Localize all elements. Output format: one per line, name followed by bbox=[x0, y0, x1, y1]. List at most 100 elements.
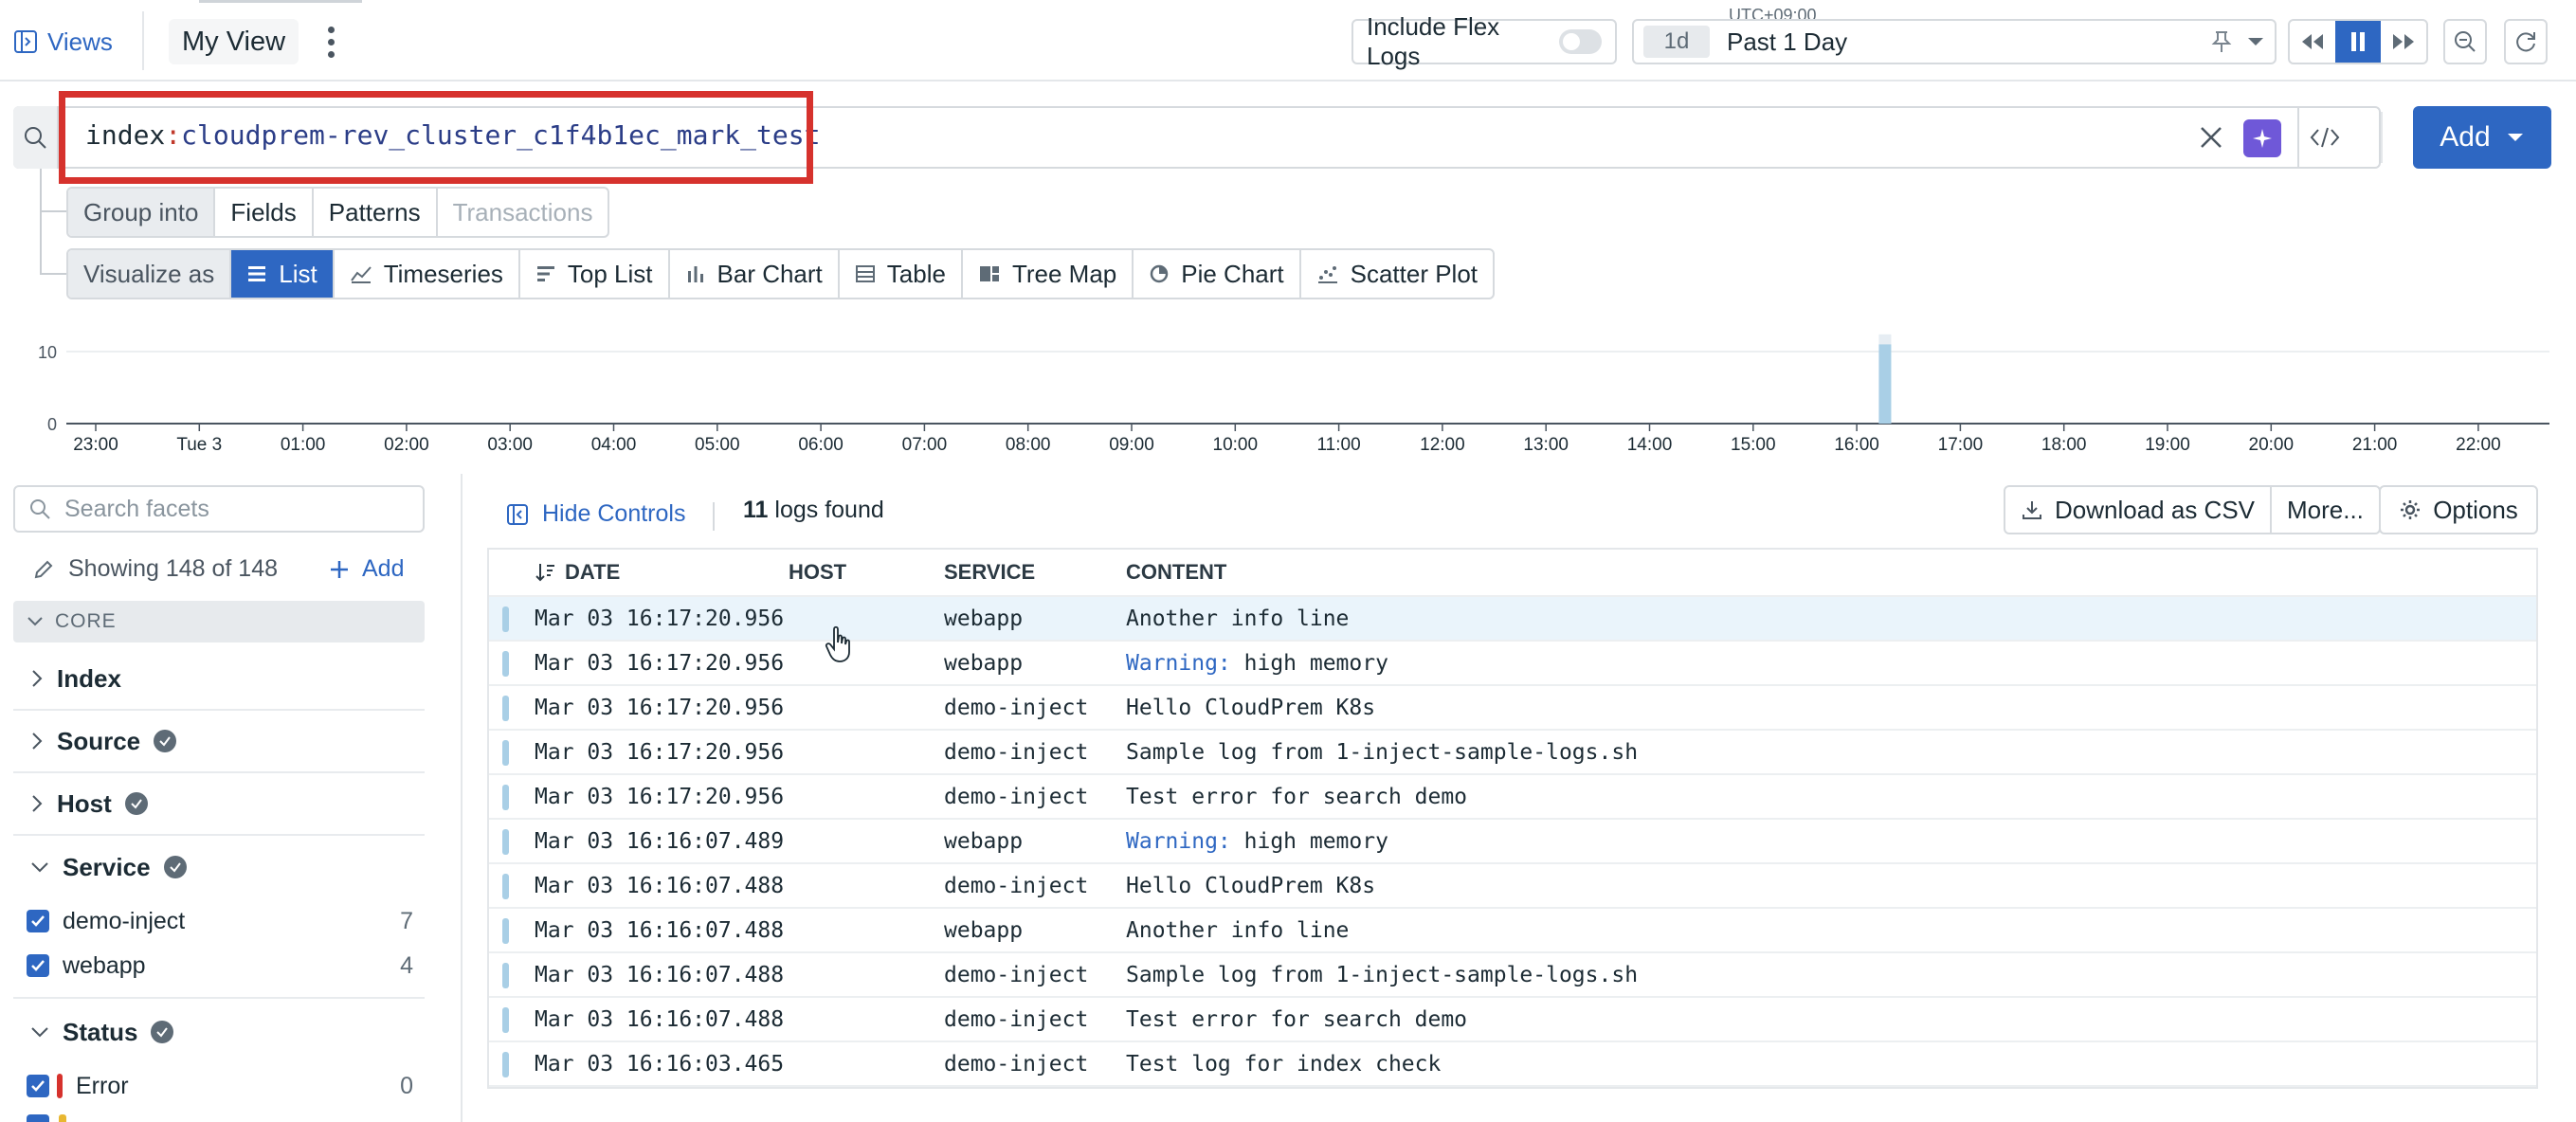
checkbox-checked[interactable] bbox=[27, 954, 49, 977]
checkbox-checked[interactable] bbox=[27, 1075, 49, 1097]
column-content[interactable]: CONTENT bbox=[1126, 560, 1226, 585]
facet-value-webapp[interactable]: webapp 4 bbox=[27, 947, 413, 985]
options-button[interactable]: Options bbox=[2379, 485, 2538, 534]
table-row[interactable]: Mar 03 16:16:03.465 demo-inject Test log f… bbox=[489, 1042, 2536, 1087]
status-indicator-bar bbox=[502, 874, 509, 899]
status-indicator-bar bbox=[502, 606, 509, 632]
cell-content: Test error for search demo bbox=[1126, 785, 1467, 809]
ai-assist-icon[interactable] bbox=[2243, 119, 2281, 157]
more-options-icon[interactable] bbox=[318, 23, 343, 61]
cell-date: Mar 03 16:16:07.488 bbox=[535, 1006, 785, 1032]
table-row[interactable]: Mar 03 16:17:20.956 demo-inject Test error… bbox=[489, 775, 2536, 820]
flex-logs-toggle[interactable]: Include Flex Logs bbox=[1351, 12, 1617, 70]
viz-option-tree-map[interactable]: Tree Map bbox=[963, 250, 1134, 298]
checkbox-checked[interactable] bbox=[27, 910, 49, 932]
table-row[interactable]: Mar 03 16:17:20.956 webapp Warning: high m… bbox=[489, 642, 2536, 686]
divider bbox=[2381, 112, 2383, 163]
cell-date: Mar 03 16:16:07.489 bbox=[535, 828, 785, 854]
viz-option-timeseries[interactable]: Timeseries bbox=[335, 250, 520, 298]
fast-forward-icon[interactable] bbox=[2381, 21, 2426, 63]
pause-icon[interactable] bbox=[2335, 21, 2381, 63]
x-tick-label: 09:00 bbox=[1109, 435, 1154, 455]
table-row[interactable]: Mar 03 16:16:07.488 webapp Another info li… bbox=[489, 909, 2536, 953]
content-text: Another info line bbox=[1126, 606, 1350, 631]
add-facet-button[interactable]: Add bbox=[328, 555, 404, 583]
facet-source[interactable]: Source bbox=[13, 711, 425, 773]
group-option-patterns[interactable]: Patterns bbox=[314, 189, 438, 236]
table-row[interactable]: Mar 03 16:17:20.956 demo-inject Sample log… bbox=[489, 731, 2536, 775]
viz-option-label: Bar Chart bbox=[717, 259, 823, 288]
zoom-out-icon[interactable] bbox=[2443, 19, 2487, 64]
viz-option-pie-chart[interactable]: Pie Chart bbox=[1134, 250, 1301, 298]
status-indicator-bar bbox=[502, 1052, 509, 1077]
viz-option-list[interactable]: List bbox=[231, 250, 335, 298]
code-icon[interactable] bbox=[2297, 106, 2350, 169]
group-option-fields[interactable]: Fields bbox=[215, 189, 314, 236]
core-label: CORE bbox=[55, 610, 117, 632]
table-row[interactable]: Mar 03 16:16:07.488 demo-inject Hello Clou… bbox=[489, 864, 2536, 909]
download-csv-button[interactable]: Download as CSV bbox=[2005, 487, 2272, 533]
facet-value-error[interactable]: Error 0 bbox=[27, 1067, 413, 1105]
hide-controls-button[interactable]: Hide Controls bbox=[506, 500, 685, 528]
content-text: Test error for search demo bbox=[1126, 784, 1468, 809]
close-icon[interactable] bbox=[2195, 121, 2227, 154]
column-date[interactable]: DATE bbox=[535, 560, 620, 585]
pin-icon[interactable] bbox=[2204, 29, 2239, 54]
cell-service: demo-inject bbox=[944, 873, 1089, 898]
checkbox-checked[interactable] bbox=[27, 1114, 49, 1122]
core-section-header[interactable]: CORE bbox=[13, 601, 425, 642]
view-name[interactable]: My View bbox=[169, 19, 299, 64]
table-row[interactable]: Mar 03 16:16:07.489 webapp Warning: high m… bbox=[489, 820, 2536, 864]
add-label: Add bbox=[2440, 121, 2491, 153]
timeseries-icon bbox=[350, 263, 372, 284]
toggle-switch[interactable] bbox=[1559, 29, 1602, 54]
x-tick-label: 08:00 bbox=[1006, 435, 1051, 455]
cell-service: demo-inject bbox=[944, 695, 1089, 720]
flex-logs-label: Include Flex Logs bbox=[1367, 12, 1500, 70]
logs-found-count: 11 logs found bbox=[743, 497, 884, 524]
table-row[interactable]: Mar 03 16:16:07.488 demo-inject Sample log… bbox=[489, 953, 2536, 998]
chevron-down-icon[interactable] bbox=[2246, 35, 2265, 48]
facet-host[interactable]: Host bbox=[13, 773, 425, 836]
facet-value-demo-inject[interactable]: demo-inject 7 bbox=[27, 902, 413, 940]
viz-option-bar-chart[interactable]: Bar Chart bbox=[670, 250, 840, 298]
list-icon bbox=[246, 263, 267, 284]
facet-index[interactable]: Index bbox=[13, 648, 425, 711]
facet-search-input[interactable]: Search facets bbox=[13, 485, 425, 533]
x-tick-label: 13:00 bbox=[1523, 435, 1569, 455]
views-button[interactable]: Views bbox=[13, 25, 113, 59]
viz-option-scatter-plot[interactable]: Scatter Plot bbox=[1301, 250, 1493, 298]
facet-label: Index bbox=[57, 663, 121, 693]
time-range-picker[interactable]: 1d Past 1 Day bbox=[1632, 19, 2277, 64]
add-button[interactable]: Add bbox=[2413, 106, 2551, 169]
column-host[interactable]: HOST bbox=[789, 560, 846, 585]
hand-cursor-icon bbox=[825, 625, 853, 663]
facet-value-label: demo-inject bbox=[63, 907, 186, 934]
tree-connector bbox=[40, 273, 66, 275]
table-row[interactable]: Mar 03 16:16:07.488 demo-inject Test error… bbox=[489, 998, 2536, 1042]
refresh-icon[interactable] bbox=[2504, 19, 2548, 64]
group-into-control: Group into Fields Patterns Transactions bbox=[66, 187, 610, 238]
viz-option-top-list[interactable]: Top List bbox=[520, 250, 670, 298]
viz-option-label: Timeseries bbox=[383, 259, 503, 288]
viz-option-table[interactable]: Table bbox=[840, 250, 963, 298]
cell-service: webapp bbox=[944, 828, 1024, 854]
cell-date: Mar 03 16:17:20.956 bbox=[535, 695, 785, 720]
showing-label: Showing 148 of 148 bbox=[68, 555, 279, 582]
pencil-icon[interactable] bbox=[32, 558, 55, 581]
cell-content: Another info line bbox=[1126, 606, 1349, 631]
facet-status[interactable]: Status bbox=[13, 1001, 425, 1063]
x-tick-label: 14:00 bbox=[1627, 435, 1673, 455]
x-tick-label: 15:00 bbox=[1731, 435, 1776, 455]
rewind-icon[interactable] bbox=[2290, 21, 2335, 63]
table-row[interactable]: Mar 03 16:17:20.956 demo-inject Hello Clou… bbox=[489, 686, 2536, 731]
facet-label: Source bbox=[57, 726, 141, 755]
column-service[interactable]: SERVICE bbox=[944, 560, 1035, 585]
table-row[interactable]: Mar 03 16:17:20.956 webapp Another info li… bbox=[489, 597, 2536, 642]
status-indicator-bar bbox=[502, 918, 509, 944]
group-option-transactions[interactable]: Transactions bbox=[438, 189, 608, 236]
bar-chart-icon bbox=[685, 263, 706, 284]
tree-map-icon bbox=[978, 263, 1001, 284]
facet-service[interactable]: Service bbox=[13, 836, 425, 898]
more-button[interactable]: More... bbox=[2272, 487, 2379, 533]
